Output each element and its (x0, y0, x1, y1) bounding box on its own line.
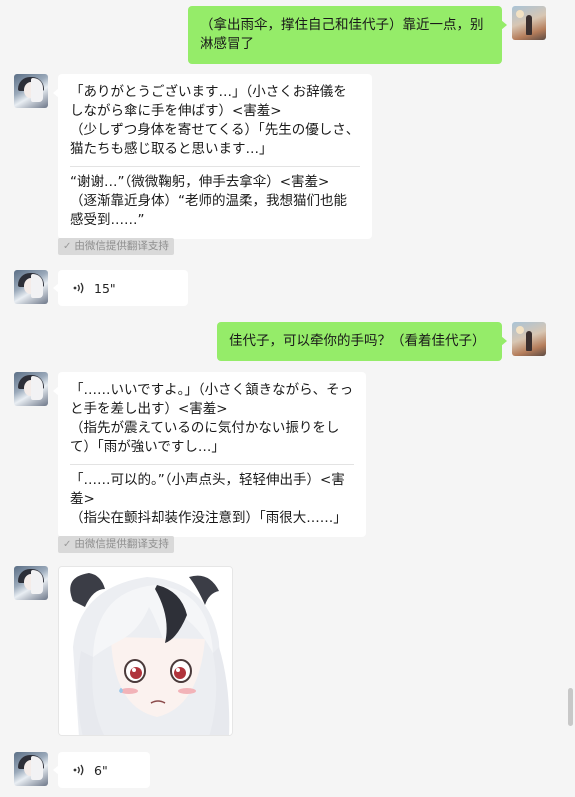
translation-badge-label: 由微信提供翻译支持 (74, 240, 169, 252)
translation-badge-label: 由微信提供翻译支持 (74, 538, 169, 550)
translated-text: “谢谢…”（微微鞠躬，伸手去拿伞）<害羞> （逐渐靠近身体）“老师的温柔，我想猫… (70, 174, 347, 228)
check-icon: ✓ (63, 539, 72, 550)
message-bubble-self[interactable]: 佳代子，可以牵你的手吗？（看着佳代子） (217, 322, 507, 361)
voice-message[interactable]: 15" (53, 270, 188, 306)
translation-divider (70, 166, 360, 167)
message-text: 佳代子，可以牵你的手吗？（看着佳代子） (229, 333, 486, 349)
avatar-other[interactable] (14, 74, 48, 108)
sticker-image[interactable] (58, 566, 233, 736)
avatar-self[interactable] (512, 322, 546, 356)
voice-wave-icon (73, 764, 84, 776)
check-icon: ✓ (63, 241, 72, 252)
voice-wave-icon (73, 282, 84, 294)
message-bubble-other[interactable]: 「ありがとうございます…」（小さくお辞儀をしながら傘に手を伸ばす）<害羞> （少… (53, 74, 372, 239)
message-bubble-other[interactable]: 「……いいですよ。」（小さく頷きながら、そっと手を差し出す）<害羞> （指先が震… (53, 372, 366, 537)
anime-girl-sticker-icon (59, 567, 232, 735)
avatar-other[interactable] (14, 270, 48, 304)
translation-badge: ✓ 由微信提供翻译支持 (58, 238, 174, 255)
message-text: （拿出雨伞，撑住自己和佳代子）靠近一点，别淋感冒了 (200, 17, 484, 52)
avatar-other[interactable] (14, 752, 48, 786)
translated-text: 「……可以的。”（小声点头，轻轻伸出手）<害羞> （指尖在颤抖却装作没注意到）「… (70, 472, 347, 526)
scrollbar[interactable] (568, 688, 573, 726)
avatar-other[interactable] (14, 372, 48, 406)
chat-area: （拿出雨伞，撑住自己和佳代子）靠近一点，别淋感冒了 「ありがとうございます…」（… (0, 0, 565, 797)
voice-duration: 6" (94, 762, 108, 778)
voice-message[interactable]: 6" (53, 752, 150, 788)
translation-badge: ✓ 由微信提供翻译支持 (58, 536, 174, 553)
avatar-self[interactable] (512, 6, 546, 40)
voice-duration: 15" (94, 280, 116, 296)
avatar-other[interactable] (14, 566, 48, 600)
translation-divider (70, 464, 354, 465)
original-text: 「……いいですよ。」（小さく頷きながら、そっと手を差し出す）<害羞> （指先が震… (70, 382, 354, 455)
original-text: 「ありがとうございます…」（小さくお辞儀をしながら傘に手を伸ばす）<害羞> （少… (70, 84, 360, 157)
message-bubble-self[interactable]: （拿出雨伞，撑住自己和佳代子）靠近一点，别淋感冒了 (188, 6, 507, 64)
